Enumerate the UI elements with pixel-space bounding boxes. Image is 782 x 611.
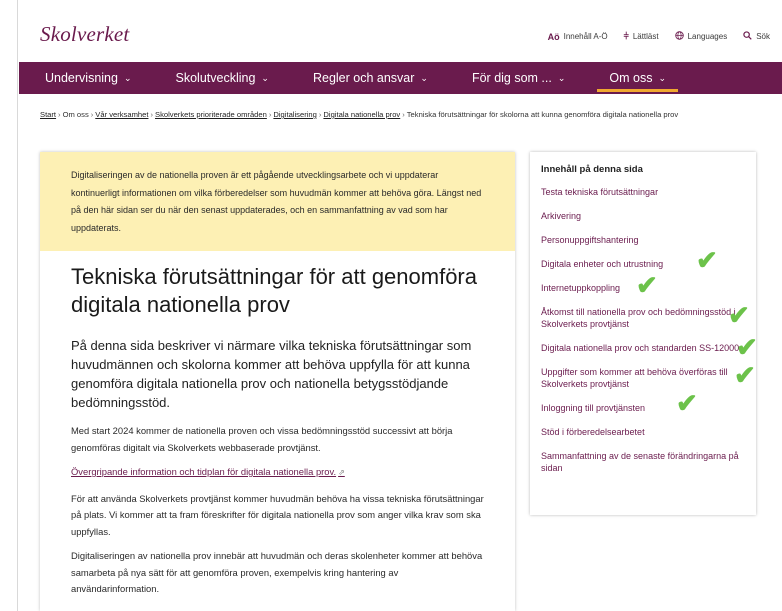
paragraph-start-2024: Med start 2024 kommer de nationella prov… — [71, 425, 453, 453]
checkmark-icon: ✔ — [728, 300, 750, 330]
overview-link[interactable]: Övergripande information och tidplan för… — [71, 464, 485, 482]
languages-label: Languages — [687, 32, 728, 41]
top-bar: Skolverket Aö Innehåll A-Ö ⫩ Lättläst La… — [19, 0, 782, 62]
toc-item-digitala-enheter[interactable]: Digitala enheter och utrustning ✔ — [541, 247, 746, 273]
page-title: Tekniska förutsättningar för att genomfö… — [71, 264, 477, 317]
left-frame — [0, 0, 18, 611]
breadcrumb-var-verksamhet[interactable]: Vår verksamhet — [95, 110, 148, 119]
chevron-down-icon: ⌄ — [123, 72, 132, 83]
table-of-contents: Innehåll på denna sida Testa tekniska fö… — [530, 152, 758, 515]
search-link[interactable]: Sök — [743, 31, 770, 42]
paragraph-provtjanst: För att använda Skolverkets provtjänst k… — [71, 492, 484, 537]
easy-read-link[interactable]: ⫩ Lättläst — [624, 31, 659, 42]
nav-for-dig-som[interactable]: För dig som ... ⌄ — [450, 62, 587, 94]
easy-read-label: Lättläst — [632, 32, 659, 41]
nav-regler-och-ansvar[interactable]: Regler och ansvar ⌄ — [291, 62, 450, 94]
nav-skolutveckling[interactable]: Skolutveckling ⌄ — [154, 62, 291, 94]
paragraph-samarbete: Digitaliseringen av nationella prov inne… — [71, 550, 483, 594]
toc-item-internet[interactable]: Internetuppkoppling ✔ — [541, 272, 746, 298]
chevron-down-icon: ⌄ — [658, 72, 667, 83]
breadcrumb-current: Tekniska förutsättningar för skolorna at… — [406, 110, 679, 119]
a-o-icon: Aö — [547, 31, 560, 42]
external-link-icon: ⇗ — [338, 468, 345, 477]
breadcrumb-om-oss[interactable]: Om oss — [63, 110, 89, 119]
content-a-o-link[interactable]: Aö Innehåll A-Ö — [548, 32, 608, 42]
checkmark-icon: ✔ — [736, 332, 758, 362]
checkmark-icon: ✔ — [636, 270, 658, 300]
lead-paragraph: På denna sida beskriver vi närmare vilka… — [71, 338, 472, 410]
breadcrumb-prioriterade-omraden[interactable]: Skolverkets prioriterade områden — [155, 110, 267, 119]
skolverket-logo[interactable]: Skolverket — [40, 22, 129, 47]
nav-undervisning[interactable]: Undervisning ⌄ — [19, 62, 154, 94]
search-icon — [743, 31, 752, 42]
globe-icon — [674, 31, 684, 42]
toc-item-uppgifter[interactable]: Uppgifter som kommer att behöva överföra… — [541, 362, 756, 390]
toc-item-stod[interactable]: Stöd i förberedelsearbetet — [541, 426, 746, 438]
toc-item-atkomst[interactable]: Åtkomst till nationella prov och bedömni… — [541, 302, 750, 330]
toc-item-inloggning[interactable]: Inloggning till provtjänsten ✔ — [541, 390, 746, 416]
content-a-o-label: Innehåll A-Ö — [563, 32, 608, 41]
easy-read-icon: ⫩ — [623, 31, 629, 41]
update-notice: Digitaliseringen av de nationella proven… — [40, 152, 515, 251]
toc-item-arkivering[interactable]: Arkivering — [541, 210, 746, 222]
toc-item-testa[interactable]: Testa tekniska förutsättningar — [541, 186, 746, 198]
main-navigation: Undervisning ⌄ Skolutveckling ⌄ Regler och… — [19, 62, 782, 94]
chevron-down-icon: ⌄ — [261, 72, 269, 83]
utility-links: Aö Innehåll A-Ö ⫩ Lättläst Languages Sök — [548, 31, 770, 42]
search-label: Sök — [756, 32, 770, 41]
toc-item-ss12000[interactable]: Digitala nationella prov och standarden … — [541, 334, 758, 360]
checkmark-icon: ✔ — [696, 245, 718, 275]
languages-link[interactable]: Languages — [674, 31, 728, 42]
toc-item-sammanfattning[interactable]: Sammanfattning av de senaste förändringa… — [541, 450, 746, 474]
breadcrumb: Start › Om oss › Vår verksamhet › Skolverkets … — [40, 110, 679, 119]
toc-title: Innehåll på denna sida — [541, 164, 643, 175]
chevron-down-icon: ⌄ — [420, 72, 428, 83]
checkmark-icon: ✔ — [676, 388, 698, 418]
breadcrumb-digitalisering[interactable]: Digitalisering — [273, 110, 316, 119]
breadcrumb-start[interactable]: Start — [40, 110, 56, 119]
main-content: Digitaliseringen av de nationella proven… — [40, 152, 515, 611]
checkmark-icon: ✔ — [734, 360, 756, 390]
article-body: Tekniska förutsättningar för att genomfö… — [40, 251, 515, 598]
chevron-down-icon: ⌄ — [557, 72, 566, 83]
breadcrumb-digitala-nationella-prov[interactable]: Digitala nationella prov — [323, 110, 400, 119]
nav-om-oss[interactable]: Om oss ⌄ — [587, 62, 688, 94]
